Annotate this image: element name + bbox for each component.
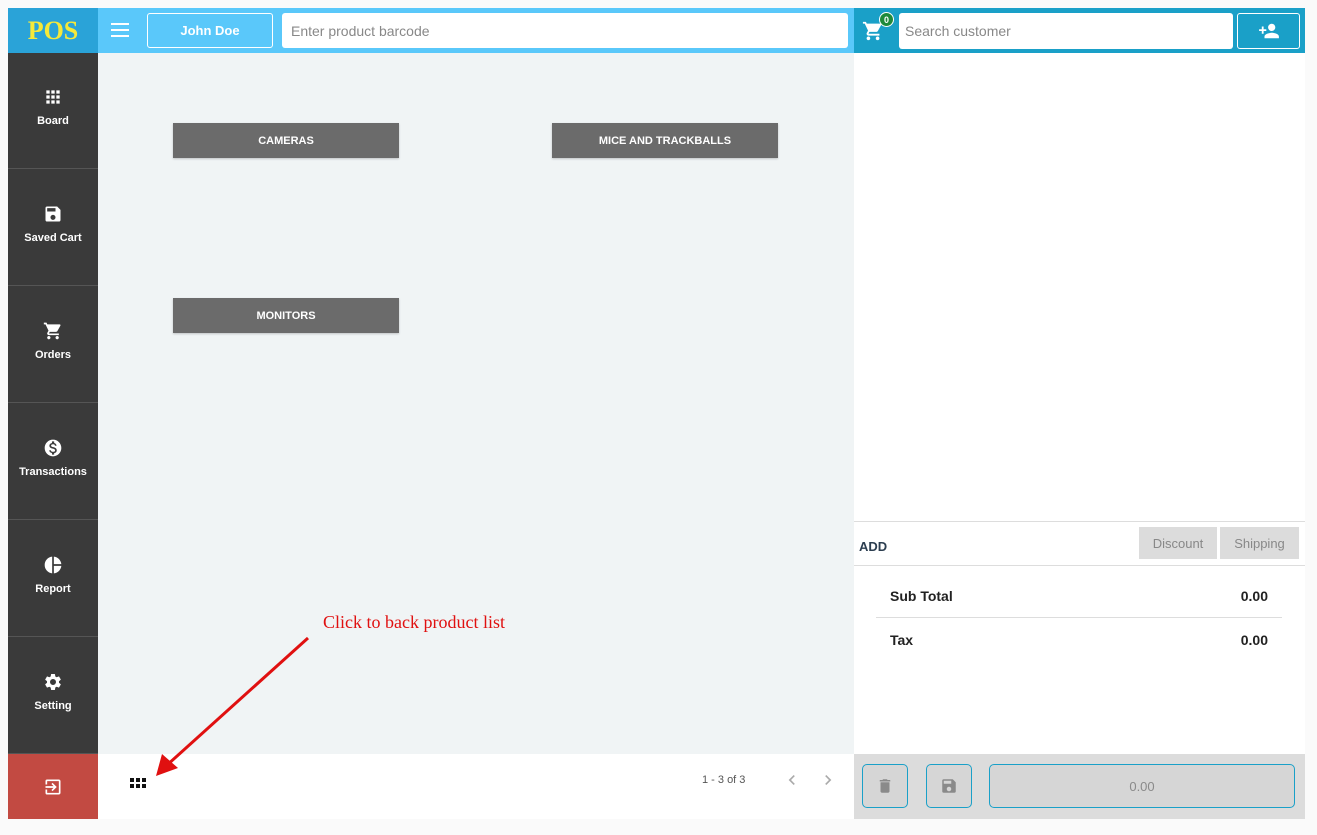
discount-button[interactable]: Discount	[1139, 527, 1217, 559]
top-bar: John Doe	[98, 8, 854, 53]
gear-icon	[45, 674, 61, 690]
subtotal-label: Sub Total	[890, 588, 953, 604]
sidebar-item-saved-cart[interactable]: Saved Cart	[8, 170, 98, 286]
clear-cart-button[interactable]	[862, 764, 908, 808]
floppy-disk-icon	[942, 779, 956, 793]
cart-icon[interactable]: 0	[862, 12, 894, 42]
sidebar-item-board[interactable]: Board	[8, 53, 98, 169]
category-cameras[interactable]: CAMERAS	[173, 123, 399, 158]
product-list-grid-icon[interactable]	[130, 778, 146, 794]
tax-value: 0.00	[1240, 631, 1268, 648]
subtotal-row: Sub Total 0.00	[876, 575, 1282, 618]
pager-range: 1 - 3 of 3	[702, 774, 746, 786]
pay-button[interactable]: 0.00	[989, 764, 1295, 808]
annotation-label: Click to back product list	[323, 612, 505, 632]
sidebar-item-label: Transactions	[19, 466, 87, 478]
sidebar-item-orders[interactable]: Orders	[8, 287, 98, 403]
sidebar-item-label: Report	[35, 583, 71, 595]
sidebar-item-setting[interactable]: Setting	[8, 638, 98, 754]
shipping-button[interactable]: Shipping	[1220, 527, 1299, 559]
sidebar-item-report[interactable]: Report	[8, 521, 98, 637]
barcode-input[interactable]	[282, 13, 848, 48]
cart-items-list	[854, 53, 1305, 522]
chevron-right-icon[interactable]	[818, 770, 838, 790]
pos-app: POS John Doe 0 Board Saved Cart Orders	[8, 8, 1305, 819]
cart-count-badge: 0	[879, 12, 894, 27]
save-cart-button[interactable]	[926, 764, 972, 808]
tax-row: Tax 0.00	[876, 618, 1282, 661]
cart-footer: 0.00	[854, 754, 1305, 819]
category-mice-and-trackballs[interactable]: MICE AND TRACKBALLS	[552, 123, 778, 158]
tax-label: Tax	[890, 631, 914, 648]
cart-icon	[43, 322, 61, 340]
hamburger-menu-icon[interactable]	[108, 18, 132, 42]
add-label: ADD	[859, 539, 888, 554]
add-person-icon	[1258, 23, 1279, 39]
sidebar-item-label: Setting	[34, 700, 72, 712]
chevron-left-icon[interactable]	[782, 770, 802, 790]
sidebar-item-label: Board	[37, 115, 69, 127]
user-button[interactable]: John Doe	[147, 13, 273, 48]
trash-icon	[879, 779, 891, 793]
add-customer-button[interactable]	[1237, 13, 1300, 49]
grid-icon	[46, 90, 60, 104]
floppy-disk-icon	[45, 206, 61, 222]
sidebar: Board Saved Cart Orders Transactions Rep…	[8, 53, 98, 819]
pie-chart-icon	[44, 556, 62, 574]
cart-totals: Sub Total 0.00 Tax 0.00	[854, 566, 1305, 754]
annotation-arrow-icon	[156, 636, 310, 776]
logout-button[interactable]	[8, 754, 98, 819]
sidebar-item-transactions[interactable]: Transactions	[8, 404, 98, 520]
cart-header: 0	[854, 8, 1305, 53]
sidebar-item-label: Orders	[34, 349, 72, 361]
category-monitors[interactable]: MONITORS	[173, 298, 399, 333]
pos-logo: POS	[8, 8, 98, 53]
dollar-icon	[44, 439, 62, 457]
sidebar-item-label: Saved Cart	[24, 232, 82, 244]
subtotal-value: 0.00	[1240, 588, 1268, 604]
logout-icon	[45, 779, 61, 794]
customer-search-input[interactable]	[899, 13, 1233, 49]
cart-add-row: ADD Discount Shipping	[854, 522, 1305, 566]
